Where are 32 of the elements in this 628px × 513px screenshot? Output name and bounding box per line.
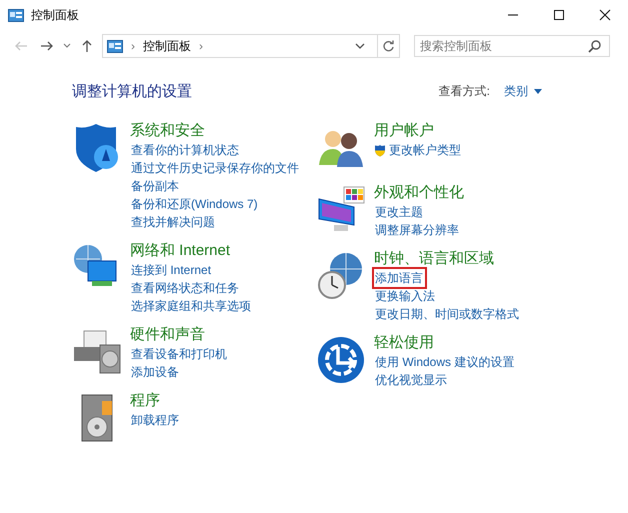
search-icon: [588, 40, 601, 53]
control-panel-icon: [8, 8, 24, 22]
category-link[interactable]: 用户帐户: [374, 121, 465, 141]
back-arrow-icon: [14, 40, 28, 52]
search-field[interactable]: 搜索控制面板: [414, 35, 610, 57]
accessibility-icon[interactable]: [316, 335, 366, 385]
dropdown-chevron-icon[interactable]: [355, 42, 365, 50]
breadcrumb-separator[interactable]: ›: [131, 39, 135, 53]
category-link[interactable]: 时钟、语言和区域: [374, 249, 523, 269]
category-link[interactable]: 系统和安全: [130, 121, 303, 141]
maximize-icon: [553, 9, 565, 21]
category-link[interactable]: 外观和个性化: [374, 183, 464, 203]
view-by-dropdown[interactable]: 类别: [504, 83, 542, 100]
refresh-icon: [382, 40, 395, 52]
forward-arrow-icon: [40, 40, 54, 52]
task-link[interactable]: 更改帐户类型: [386, 139, 465, 161]
task-link[interactable]: 卸载程序: [128, 409, 183, 431]
control-panel-icon: [107, 40, 123, 52]
address-bar[interactable]: › 控制面板 ›: [102, 34, 400, 58]
category-link[interactable]: 硬件和声音: [130, 325, 231, 345]
category-link[interactable]: 网络和 Internet: [130, 241, 255, 261]
dropdown-caret-icon: [534, 89, 542, 94]
breadcrumb-separator[interactable]: ›: [199, 39, 203, 53]
window-title: 控制面板: [31, 6, 79, 24]
breadcrumb-item[interactable]: 控制面板: [143, 38, 191, 54]
category-link[interactable]: 轻松使用: [374, 333, 518, 353]
task-link[interactable]: 添加语言: [372, 267, 427, 289]
view-by-label: 查看方式:: [438, 83, 490, 100]
page-heading: 调整计算机的设置: [72, 82, 192, 101]
category-link[interactable]: 程序: [130, 391, 183, 411]
up-arrow-icon: [81, 39, 93, 53]
close-icon: [599, 9, 611, 21]
